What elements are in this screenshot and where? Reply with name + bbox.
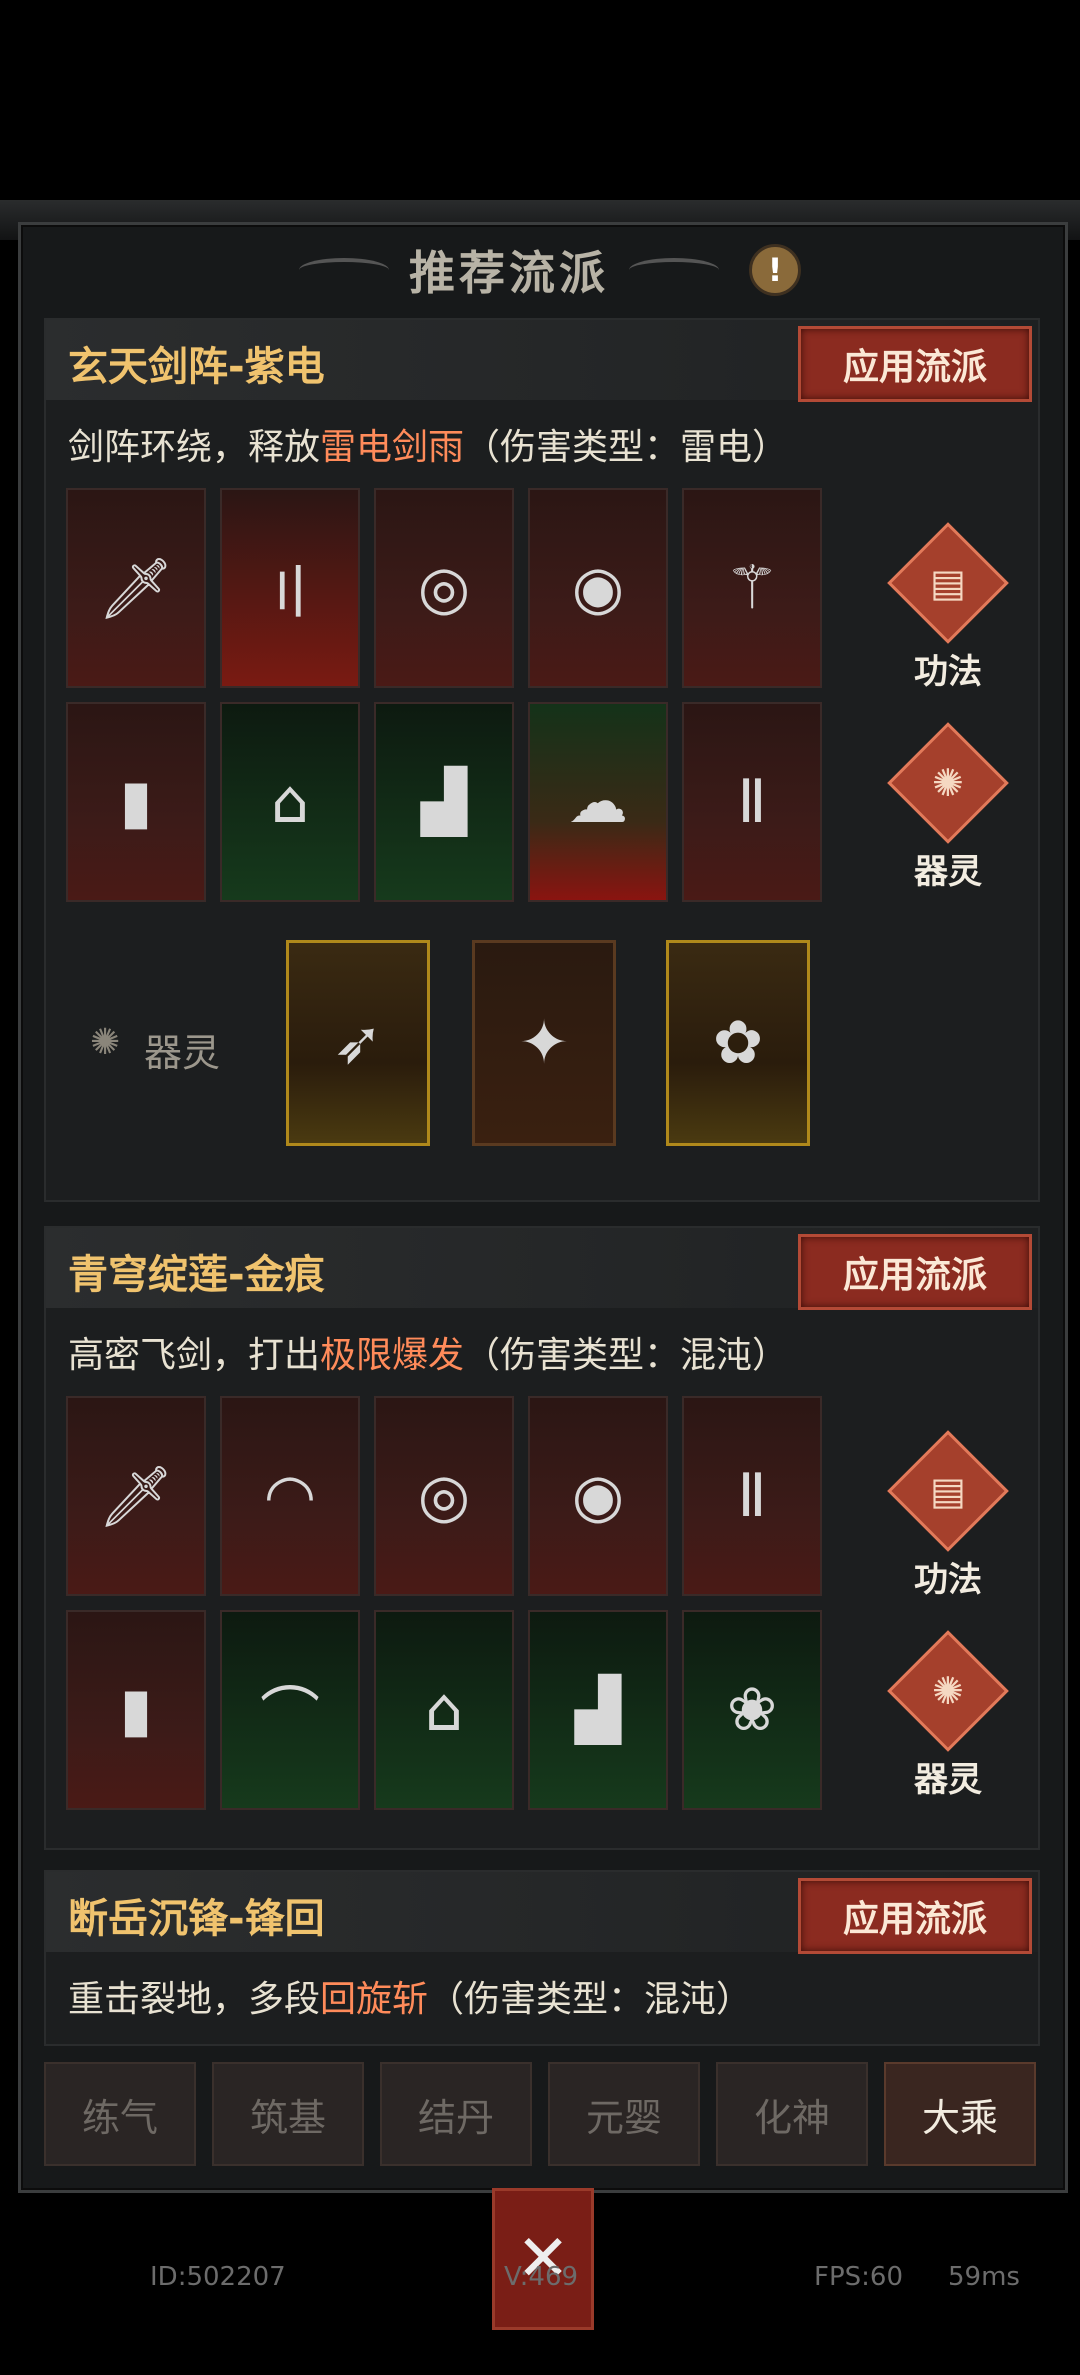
greaves-icon: ▮: [119, 1675, 153, 1745]
skill-button[interactable]: ▤ 功法: [878, 522, 1018, 693]
equip-slot-hat[interactable]: ⌒: [220, 1610, 360, 1810]
equip-slot-boots[interactable]: ▟: [528, 1610, 668, 1810]
boots-icon: ▟: [574, 1675, 622, 1745]
bow-icon: ➶: [332, 1008, 384, 1078]
close-icon[interactable]: ✕: [492, 2188, 594, 2330]
robe-icon: ⌂: [270, 767, 310, 837]
equip-slot-hairpin[interactable]: ⚚: [682, 488, 822, 688]
exclamation-icon[interactable]: !: [749, 244, 801, 296]
hat-icon: ⌒: [260, 1680, 320, 1751]
tab-yuanying[interactable]: 元婴: [548, 2062, 700, 2166]
build-name: 青穹绽莲-金痕: [68, 1252, 325, 1298]
equip-slot-boots[interactable]: ▟: [374, 702, 514, 902]
apply-build-button[interactable]: 应用流派: [798, 1878, 1032, 1954]
skill-button[interactable]: ▤ 功法: [878, 1430, 1018, 1601]
book-icon: ▤: [887, 1430, 1009, 1552]
book-icon: ▤: [887, 522, 1009, 644]
build-panel-2: 青穹绽莲-金痕 应用流派 高密飞剑，打出极限爆发（伤害类型：混沌） 🗡 ◠ ◎ …: [44, 1226, 1040, 1850]
build-name: 断岳沉锋-锋回: [68, 1896, 325, 1942]
pants-icon: Ⅱ: [737, 1461, 767, 1531]
tab-dacheng[interactable]: 大乘: [884, 2062, 1036, 2166]
build-description: 高密飞剑，打出极限爆发（伤害类型：混沌）: [68, 1335, 789, 1376]
equip-slot-ring[interactable]: ◉: [528, 1396, 668, 1596]
spirit-slot-bracelet[interactable]: ✿: [666, 940, 810, 1146]
equip-slot-greaves[interactable]: ▮: [66, 1610, 206, 1810]
necklace-icon: ◎: [417, 553, 471, 623]
status-latency: 59ms: [948, 2262, 1020, 2292]
pendant-icon: ☁: [568, 767, 628, 837]
spirit-emblem-icon: ✺: [90, 1022, 121, 1063]
status-id: ID:502207: [150, 2262, 286, 2292]
fan-icon: ◠: [263, 1461, 317, 1531]
ring-icon: ◉: [571, 1461, 625, 1531]
equip-slot-greaves[interactable]: ▮: [66, 702, 206, 902]
beast-icon: ✺: [887, 722, 1009, 844]
equip-slot-ring[interactable]: ◉: [528, 488, 668, 688]
build-name: 玄天剑阵-紫电: [68, 344, 325, 390]
boots-icon: ▟: [420, 767, 468, 837]
equip-slot-necklace[interactable]: ◎: [374, 488, 514, 688]
lotus-icon: ❀: [726, 1675, 778, 1745]
spirit-slot-phoenix[interactable]: ✦: [472, 940, 616, 1146]
apply-build-button[interactable]: 应用流派: [798, 1234, 1032, 1310]
equip-slot-fan[interactable]: ◠: [220, 1396, 360, 1596]
flute-icon: 〢: [260, 558, 320, 629]
equip-slot-flute[interactable]: 〢: [220, 488, 360, 688]
spirit-label: 器灵: [914, 852, 982, 892]
equip-slot-sword[interactable]: 🗡: [66, 1396, 206, 1596]
tab-huashen[interactable]: 化神: [716, 2062, 868, 2166]
beast-icon: ✺: [887, 1630, 1009, 1752]
ring-icon: ◉: [571, 553, 625, 623]
tab-jiedan[interactable]: 结丹: [380, 2062, 532, 2166]
sword-icon: 🗡: [97, 1461, 175, 1532]
robe-icon: ⌂: [424, 1675, 464, 1745]
pants-icon: Ⅱ: [737, 767, 767, 837]
necklace-icon: ◎: [417, 1461, 471, 1531]
title-left-ornament: [299, 258, 389, 282]
spirit-slot-bow[interactable]: ➶: [286, 940, 430, 1146]
bracelet-icon: ✿: [712, 1008, 764, 1078]
equip-slot-pants[interactable]: Ⅱ: [682, 702, 822, 902]
status-version: V:469: [504, 2262, 579, 2292]
build-description: 剑阵环绕，释放雷电剑雨（伤害类型：雷电）: [68, 427, 789, 468]
tab-lianqi[interactable]: 练气: [44, 2062, 196, 2166]
build-description: 重击裂地，多段回旋斩（伤害类型：混沌）: [68, 1979, 753, 2020]
build-panel-3: 断岳沉锋-锋回 应用流派 重击裂地，多段回旋斩（伤害类型：混沌）: [44, 1870, 1040, 2046]
equip-slot-lotus-pendant[interactable]: ❀: [682, 1610, 822, 1810]
skill-label: 功法: [914, 1560, 982, 1600]
equip-slot-robe[interactable]: ⌂: [374, 1610, 514, 1810]
spirit-section-label: 器灵: [144, 1031, 221, 1075]
apply-build-button[interactable]: 应用流派: [798, 326, 1032, 402]
realm-tabs: 练气 筑基 结丹 元婴 化神 大乘: [44, 2062, 1036, 2170]
equip-slot-pants[interactable]: Ⅱ: [682, 1396, 822, 1596]
spirit-label: 器灵: [914, 1760, 982, 1800]
hairpin-icon: ⚚: [725, 553, 779, 623]
equip-slot-necklace[interactable]: ◎: [374, 1396, 514, 1596]
status-fps: FPS:60: [814, 2262, 903, 2292]
equip-slot-sword[interactable]: 🗡: [66, 488, 206, 688]
tab-zhuji[interactable]: 筑基: [212, 2062, 364, 2166]
spirit-button[interactable]: ✺ 器灵: [878, 1630, 1018, 1801]
title-bar: 推荐流派 !: [18, 230, 1062, 310]
skill-label: 功法: [914, 652, 982, 692]
page-title: 推荐流派: [409, 246, 609, 300]
title-right-ornament: [629, 258, 719, 282]
sword-icon: 🗡: [97, 553, 175, 624]
equip-slot-pendant[interactable]: ☁: [528, 702, 668, 902]
greaves-icon: ▮: [119, 767, 153, 837]
equip-slot-robe[interactable]: ⌂: [220, 702, 360, 902]
spirit-button[interactable]: ✺ 器灵: [878, 722, 1018, 893]
phoenix-icon: ✦: [518, 1008, 570, 1078]
